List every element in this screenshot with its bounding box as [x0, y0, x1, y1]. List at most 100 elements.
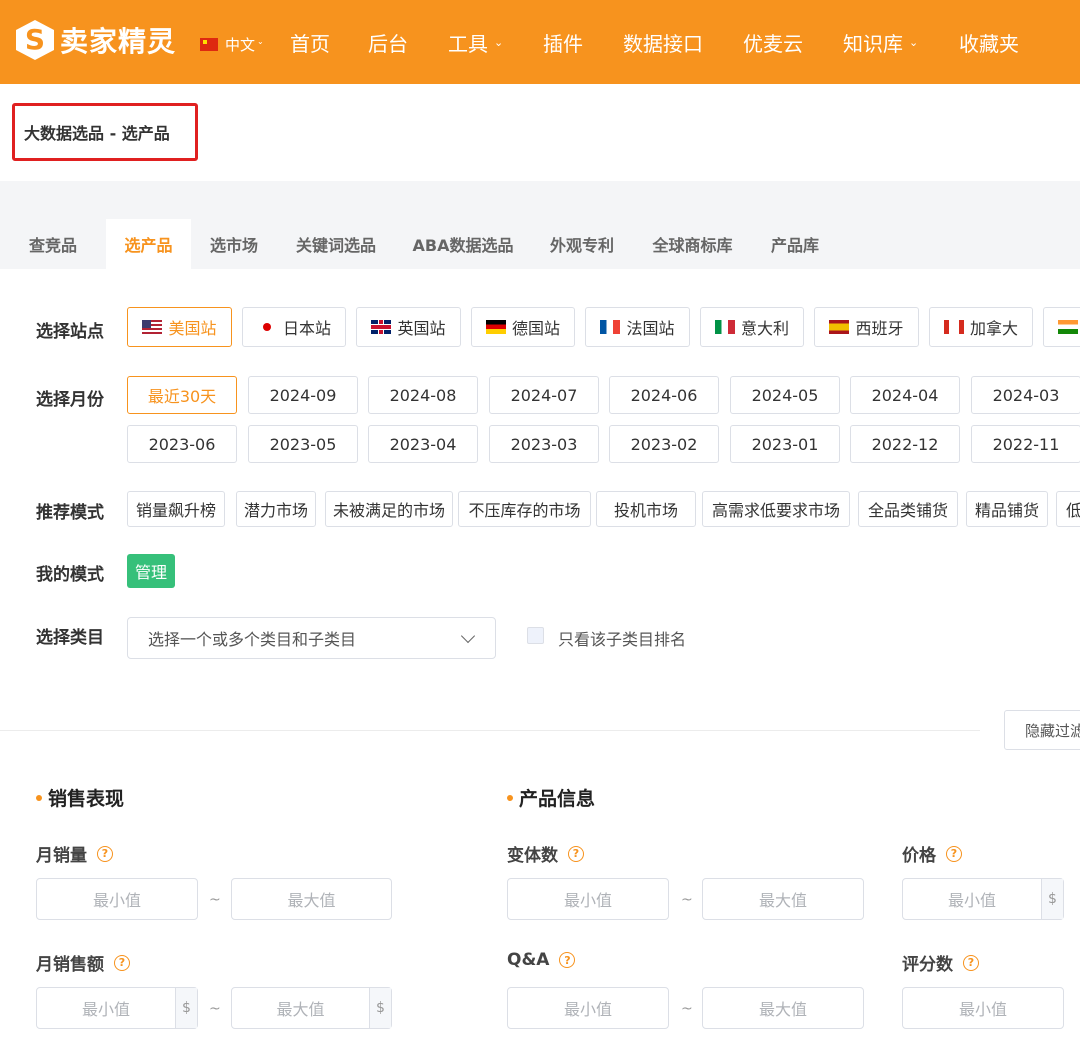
subcategory-only-checkbox[interactable]: [527, 627, 544, 644]
mode-label: 推荐模式: [36, 503, 104, 523]
month-option[interactable]: 2024-06: [609, 376, 719, 414]
tab-7[interactable]: 产品库: [752, 219, 838, 269]
us-flag-icon: [142, 320, 163, 334]
logo[interactable]: S 卖家精灵: [16, 20, 176, 60]
nav-item[interactable]: 数据接口: [623, 28, 703, 57]
variants-min-input[interactable]: 最小值: [507, 878, 669, 920]
monthly-revenue-min-input[interactable]: 最小值 $: [36, 987, 198, 1029]
nav-item[interactable]: 优麦云: [743, 28, 803, 57]
site-option[interactable]: 西班牙: [814, 307, 919, 347]
month-label: 选择月份: [36, 390, 104, 410]
nav-item[interactable]: 知识库 ⌄: [843, 28, 918, 57]
month-option[interactable]: 2023-01: [730, 425, 840, 463]
manage-button[interactable]: 管理: [127, 554, 175, 588]
price-min-input[interactable]: 最小值 $: [902, 878, 1064, 920]
month-option[interactable]: 2024-04: [850, 376, 960, 414]
nav-item[interactable]: 工具 ⌄: [448, 28, 503, 57]
currency-addon: $: [175, 988, 197, 1028]
monthly-sales-label: 月销量 ?: [36, 841, 113, 866]
sales-section-title: 销售表现: [36, 784, 124, 811]
nav-item-label: 首页: [290, 32, 330, 56]
qa-min-input[interactable]: 最小值: [507, 987, 669, 1029]
mode-option[interactable]: 高需求低要求市场: [702, 491, 850, 527]
qa-max-input[interactable]: 最大值: [702, 987, 864, 1029]
monthly-sales-min-input[interactable]: 最小值: [36, 878, 198, 920]
logo-text: 卖家精灵: [60, 25, 177, 58]
page-title: 大数据选品 - 选产品: [24, 124, 170, 143]
month-option[interactable]: 2024-07: [489, 376, 599, 414]
month-option[interactable]: 2023-04: [368, 425, 478, 463]
rating-count-label: 评分数 ?: [902, 950, 979, 975]
china-flag-icon: [200, 38, 218, 51]
monthly-revenue-max-input[interactable]: 最大值 $: [231, 987, 392, 1029]
mode-option[interactable]: 潜力市场: [236, 491, 316, 527]
range-separator: ~: [209, 892, 221, 908]
chevron-down-icon: ⌄: [494, 36, 504, 49]
mode-option[interactable]: 低: [1056, 491, 1080, 527]
nav-item[interactable]: 插件: [543, 28, 583, 57]
mode-option[interactable]: 销量飙升榜: [127, 491, 225, 527]
site-option[interactable]: 加拿大: [929, 307, 1033, 347]
mode-option[interactable]: 投机市场: [596, 491, 696, 527]
nav-item[interactable]: 收藏夹: [959, 28, 1019, 57]
nav-item[interactable]: 后台: [368, 28, 408, 57]
currency-addon: $: [369, 988, 391, 1028]
month-option[interactable]: 2024-05: [730, 376, 840, 414]
site-option[interactable]: 美国站: [127, 307, 232, 347]
help-icon[interactable]: ?: [568, 845, 584, 862]
tab-6[interactable]: 全球商标库: [633, 219, 752, 269]
range-separator: ~: [681, 892, 693, 908]
product-section-title: 产品信息: [507, 784, 595, 811]
help-icon[interactable]: ?: [114, 954, 130, 971]
month-option[interactable]: 2022-12: [850, 425, 960, 463]
nav-item-label: 后台: [368, 32, 408, 56]
category-select[interactable]: 选择一个或多个类目和子类目: [127, 617, 496, 659]
bullet-dot-icon: [507, 794, 513, 801]
mode-option[interactable]: 全品类铺货: [858, 491, 958, 527]
help-icon[interactable]: ?: [97, 845, 113, 862]
site-option[interactable]: [1043, 307, 1080, 347]
mode-option[interactable]: 不压库存的市场: [458, 491, 591, 527]
site-option[interactable]: 日本站: [242, 307, 346, 347]
tab-4[interactable]: ABA数据选品: [395, 219, 531, 269]
tab-5[interactable]: 外观专利: [531, 219, 633, 269]
rating-count-min-input[interactable]: 最小值: [902, 987, 1064, 1029]
help-icon[interactable]: ?: [559, 952, 576, 968]
month-option[interactable]: 2023-03: [489, 425, 599, 463]
category-label: 选择类目: [36, 628, 104, 648]
site-option-label: 意大利: [740, 319, 789, 338]
monthly-sales-max-input[interactable]: 最大值: [231, 878, 392, 920]
mode-option[interactable]: 精品铺货: [966, 491, 1048, 527]
month-option[interactable]: 2024-08: [368, 376, 478, 414]
month-option[interactable]: 2023-02: [609, 425, 719, 463]
hide-filters-button[interactable]: 隐藏过滤: [1004, 710, 1080, 750]
month-option[interactable]: 2024-03: [971, 376, 1080, 414]
tab-2[interactable]: 选市场: [191, 219, 277, 269]
month-option[interactable]: 最近30天: [127, 376, 237, 414]
category-placeholder: 选择一个或多个类目和子类目: [148, 630, 357, 649]
site-option-label: 西班牙: [855, 319, 904, 338]
bullet-dot-icon: [36, 794, 42, 801]
site-option-label: 法国站: [626, 319, 675, 338]
month-option[interactable]: 2022-11: [971, 425, 1080, 463]
site-option-label: 美国站: [168, 319, 217, 338]
month-option[interactable]: 2023-06: [127, 425, 237, 463]
help-icon[interactable]: ?: [946, 845, 962, 862]
tab-0[interactable]: 查竞品: [0, 219, 106, 269]
month-option[interactable]: 2024-09: [248, 376, 358, 414]
mode-option[interactable]: 未被满足的市场: [325, 491, 453, 527]
month-option[interactable]: 2023-05: [248, 425, 358, 463]
nav-item[interactable]: 首页: [290, 28, 330, 57]
variants-max-input[interactable]: 最大值: [702, 878, 864, 920]
site-option[interactable]: 法国站: [585, 307, 690, 347]
language-switcher[interactable]: 中文 ⌄: [200, 34, 264, 55]
nav-item-label: 数据接口: [623, 32, 703, 56]
site-option[interactable]: 意大利: [700, 307, 804, 347]
help-icon[interactable]: ?: [963, 954, 979, 971]
site-option[interactable]: 德国站: [471, 307, 575, 347]
tab-1[interactable]: 选产品: [106, 219, 191, 269]
india-flag-icon: [1058, 320, 1078, 334]
tab-3[interactable]: 关键词选品: [277, 219, 395, 269]
site-option[interactable]: 英国站: [356, 307, 461, 347]
monthly-revenue-label: 月销售额 ?: [36, 950, 130, 975]
